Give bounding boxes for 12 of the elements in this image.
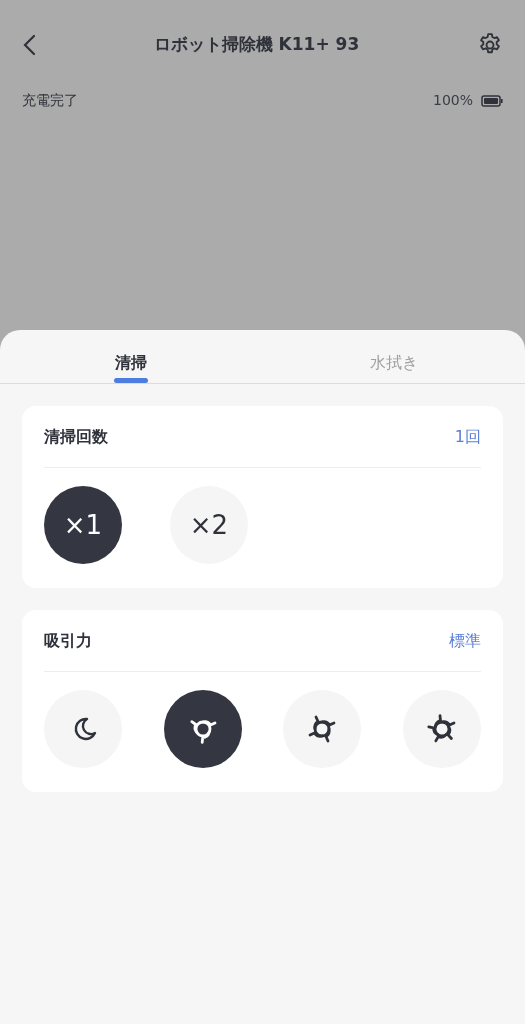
page-title: ロボット掃除機 K11+ 93 [153, 33, 360, 57]
option-button[interactable]: ×1 [44, 486, 122, 564]
tab[interactable]: 清掃 [0, 330, 263, 383]
status-label: 充電完了 [22, 91, 78, 110]
current-value: 1回 [454, 425, 481, 448]
card-title: 清掃回数 [44, 425, 108, 448]
back-icon[interactable] [22, 34, 36, 56]
option-button[interactable]: ×2 [170, 486, 248, 564]
current-value: 標準 [449, 629, 481, 652]
battery-icon [481, 94, 503, 107]
card-title: 吸引力 [44, 629, 92, 652]
battery-percent: 100% [432, 91, 473, 110]
